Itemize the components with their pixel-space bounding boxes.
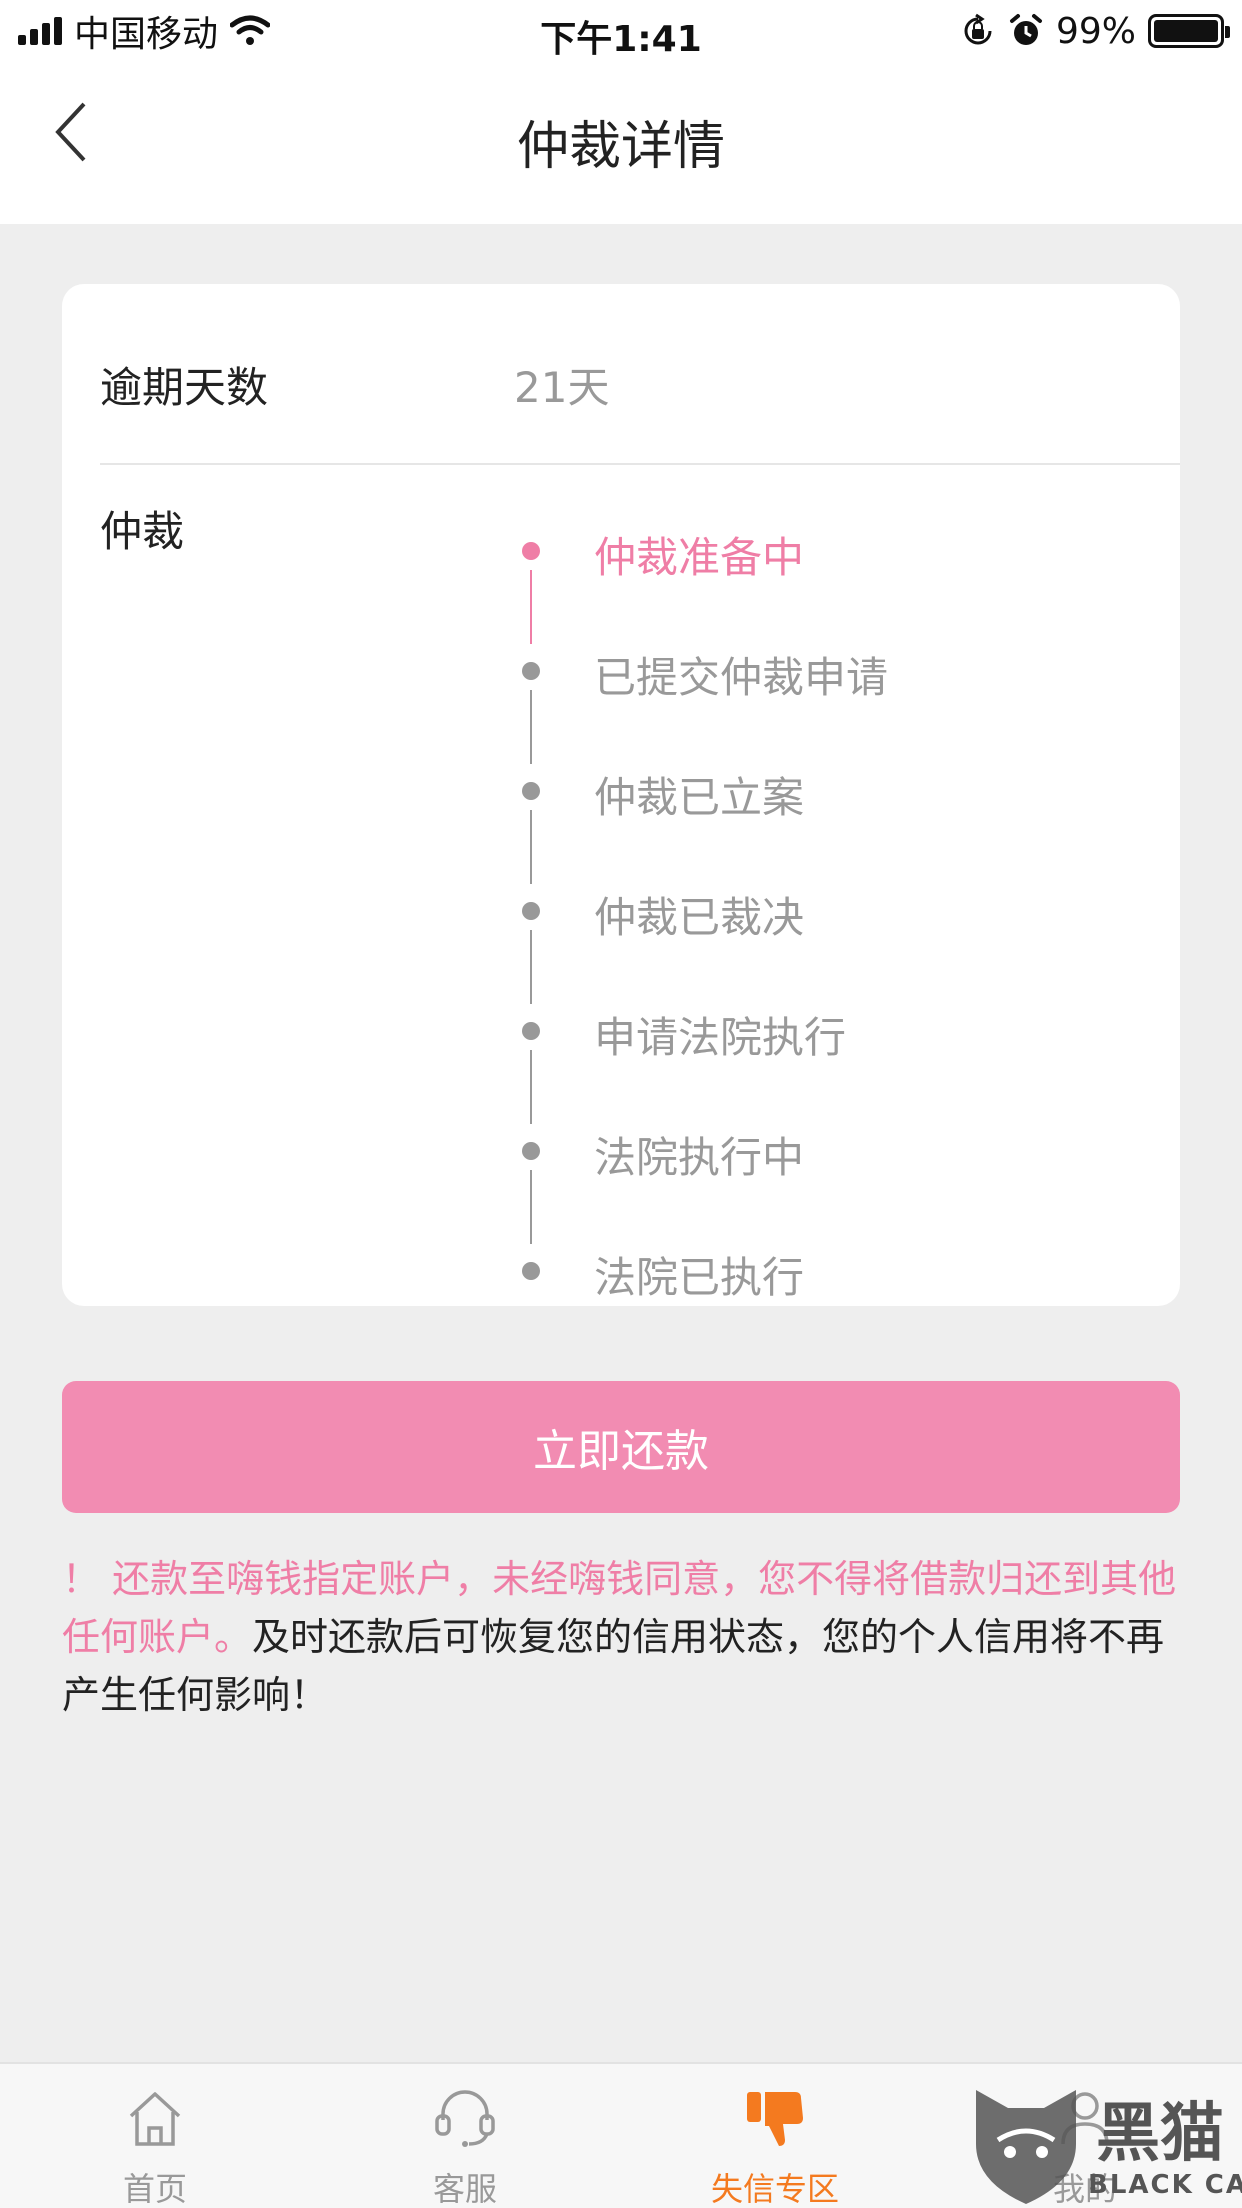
timeline-step: 仲裁已立案 bbox=[502, 750, 1162, 830]
timeline-step-label: 已提交仲裁申请 bbox=[594, 653, 889, 702]
timeline-dot bbox=[522, 1022, 540, 1040]
tab-home[interactable]: 首页 bbox=[0, 2064, 310, 2208]
divider bbox=[100, 463, 1180, 465]
timeline-step: 申请法院执行 bbox=[502, 990, 1162, 1070]
repay-now-button[interactable]: 立即还款 bbox=[62, 1381, 1180, 1513]
tab-label: 首页 bbox=[122, 2170, 187, 2208]
watermark-text: 黑猫 bbox=[1096, 2097, 1224, 2171]
arbitration-card: 逾期天数 21天 仲裁 仲裁准备中 已提交仲裁申请 仲裁已立案 仲裁已裁决 申请… bbox=[62, 284, 1180, 1306]
overdue-days-label: 逾期天数 bbox=[100, 363, 269, 412]
cat-shield-icon bbox=[976, 2090, 1076, 2204]
rotation-lock-icon bbox=[964, 13, 992, 45]
timeline-dot bbox=[522, 542, 540, 560]
page-title: 仲裁详情 bbox=[516, 117, 725, 177]
timeline-step: 仲裁准备中 bbox=[502, 510, 1162, 590]
timeline-step-label: 法院已执行 bbox=[594, 1253, 805, 1302]
timeline-step-label: 申请法院执行 bbox=[594, 1013, 847, 1062]
overdue-days-value: 21天 bbox=[514, 363, 610, 412]
timeline-dot bbox=[522, 662, 540, 680]
headset-icon bbox=[310, 2088, 620, 2158]
timeline-step-label: 仲裁已裁决 bbox=[594, 893, 805, 942]
overdue-row: 逾期天数 21天 bbox=[62, 284, 1180, 464]
timeline-step-label: 法院执行中 bbox=[594, 1133, 805, 1182]
timeline-step-label: 仲裁准备中 bbox=[594, 533, 805, 582]
status-right: 99% bbox=[960, 10, 1230, 52]
timeline-step-label: 仲裁已立案 bbox=[594, 773, 805, 822]
repayment-notice: ！ 还款至嗨钱指定账户，未经嗨钱同意，您不得将借款归还到其他任何账户。及时还款后… bbox=[62, 1550, 1182, 1724]
tab-label: 失信专区 bbox=[710, 2170, 839, 2208]
timeline-dot bbox=[522, 1262, 540, 1280]
timeline-dot bbox=[522, 782, 540, 800]
alarm-icon bbox=[1009, 14, 1042, 45]
tab-label: 客服 bbox=[432, 2170, 497, 2208]
timeline-dot bbox=[522, 1142, 540, 1160]
blackcat-watermark: 黑猫 BLACK CAT bbox=[968, 2082, 1242, 2208]
nav-bar: 仲裁详情 bbox=[0, 62, 1242, 224]
tab-customer-service[interactable]: 客服 bbox=[310, 2064, 620, 2208]
arbitration-timeline: 仲裁准备中 已提交仲裁申请 仲裁已立案 仲裁已裁决 申请法院执行 法院执行中 法… bbox=[502, 484, 1162, 1302]
battery-percent: 99% bbox=[1055, 10, 1136, 52]
tab-dishonesty-zone[interactable]: 失信专区 bbox=[620, 2064, 930, 2208]
timeline-step: 仲裁已裁决 bbox=[502, 870, 1162, 950]
timeline-dot bbox=[522, 902, 540, 920]
timeline-step: 法院已执行 bbox=[502, 1230, 1162, 1310]
timeline-step: 法院执行中 bbox=[502, 1110, 1162, 1190]
timeline-step: 已提交仲裁申请 bbox=[502, 630, 1162, 710]
status-bar: 中国移动 下午1:41 99% bbox=[0, 0, 1242, 62]
battery-icon bbox=[1148, 14, 1230, 48]
home-icon bbox=[0, 2088, 310, 2158]
arbitration-label: 仲裁 bbox=[100, 507, 185, 556]
thumbs-down-icon bbox=[620, 2088, 930, 2158]
watermark-subtext: BLACK CAT bbox=[1088, 2170, 1242, 2200]
